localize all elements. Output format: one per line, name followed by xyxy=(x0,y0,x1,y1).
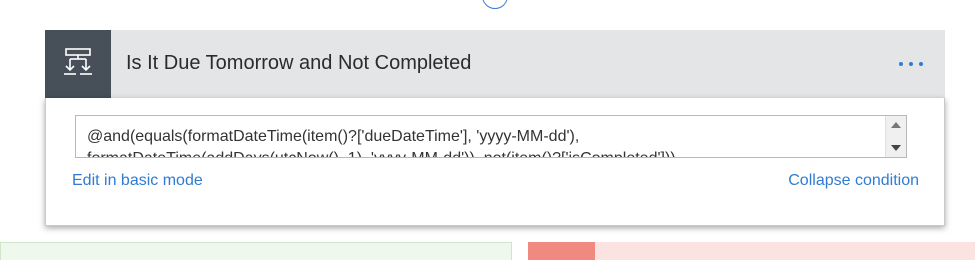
if-yes-branch-card[interactable] xyxy=(0,242,512,260)
collapse-condition-link[interactable]: Collapse condition xyxy=(788,172,919,190)
condition-card-body: @and(equals(formatDateTime(item()?['dueD… xyxy=(45,98,945,226)
more-options-button[interactable] xyxy=(891,53,931,75)
condition-title: Is It Due Tomorrow and Not Completed xyxy=(126,52,472,74)
condition-branch-icon xyxy=(45,30,111,98)
condition-expression-textarea[interactable]: @and(equals(formatDateTime(item()?['dueD… xyxy=(75,115,907,158)
ellipsis-icon xyxy=(899,62,903,66)
condition-card-header[interactable]: Is It Due Tomorrow and Not Completed xyxy=(45,30,945,98)
expression-scrollbar[interactable] xyxy=(885,116,906,157)
if-no-branch-icon-box xyxy=(528,242,595,260)
scroll-down-icon[interactable] xyxy=(891,145,901,151)
ellipsis-icon xyxy=(919,62,923,66)
condition-expression-text: @and(equals(formatDateTime(item()?['dueD… xyxy=(87,128,676,157)
ellipsis-icon xyxy=(909,62,913,66)
add-step-connector[interactable] xyxy=(482,0,508,9)
edit-in-basic-mode-link[interactable]: Edit in basic mode xyxy=(72,172,203,190)
if-no-branch-card[interactable] xyxy=(528,242,975,260)
flow-designer-canvas: Is It Due Tomorrow and Not Completed @an… xyxy=(0,0,975,260)
scroll-up-icon[interactable] xyxy=(891,122,901,128)
